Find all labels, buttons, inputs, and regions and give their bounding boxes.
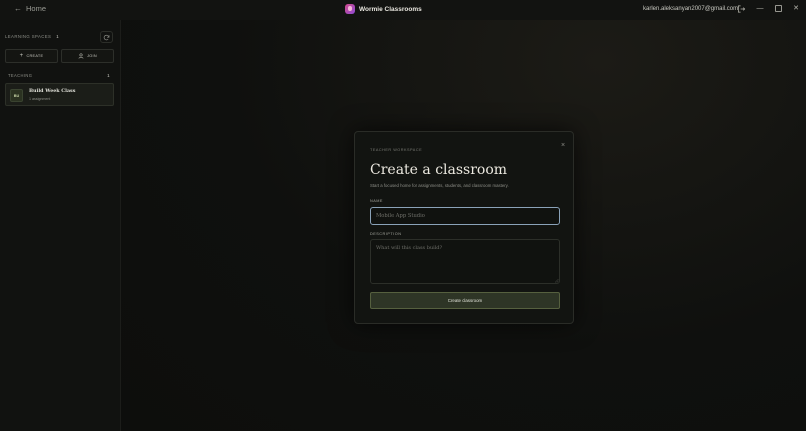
logout-icon[interactable] xyxy=(737,4,746,14)
sidebar: LEARNING SPACES 1 + CREATE JOIN TEACHING… xyxy=(0,20,121,431)
teaching-header: TEACHING 1 xyxy=(8,73,110,78)
dialog-kicker: TEACHER WORKSPACE xyxy=(370,148,423,152)
class-name: Build Week Class xyxy=(29,88,76,94)
minimize-button[interactable]: — xyxy=(753,2,767,14)
learning-spaces-label: LEARNING SPACES xyxy=(5,34,52,39)
name-label: NAME xyxy=(370,199,383,203)
learning-spaces-count: 1 xyxy=(56,34,60,39)
title-bar: ← Home Wormie Classrooms karlen.aleksany… xyxy=(0,0,806,20)
close-dialog-button[interactable]: × xyxy=(558,140,568,150)
dialog-title: Create a classroom xyxy=(370,162,508,178)
learning-spaces-header: LEARNING SPACES 1 xyxy=(5,34,59,39)
description-label: DESCRIPTION xyxy=(370,232,402,236)
classroom-name-input[interactable] xyxy=(370,207,560,225)
minimize-icon: — xyxy=(756,4,764,12)
create-classroom-button[interactable]: Create classroom xyxy=(370,292,560,309)
create-label: CREATE xyxy=(26,54,44,58)
close-icon: × xyxy=(560,141,566,149)
create-button[interactable]: + CREATE xyxy=(5,49,58,63)
classroom-description-textarea[interactable] xyxy=(370,239,560,284)
maximize-icon xyxy=(774,4,782,12)
back-home-button[interactable]: ← Home xyxy=(14,4,46,13)
close-window-button[interactable]: ✕ xyxy=(789,2,803,14)
app-brand: Wormie Classrooms xyxy=(345,4,422,14)
class-avatar: BU xyxy=(10,89,23,102)
maximize-button[interactable] xyxy=(771,2,785,14)
dialog-subtitle: Start a focused home for assignments, st… xyxy=(370,183,509,188)
resize-grip-icon[interactable] xyxy=(554,278,559,283)
back-home-label: Home xyxy=(26,4,47,13)
user-email: karlen.aleksanyan2007@gmail.com xyxy=(643,6,739,12)
plus-icon: + xyxy=(19,53,24,59)
close-icon: ✕ xyxy=(793,5,799,12)
user-icon xyxy=(78,53,84,59)
app-name: Wormie Classrooms xyxy=(359,5,422,13)
create-classroom-label: Create classroom xyxy=(447,298,483,303)
create-classroom-dialog: × TEACHER WORKSPACE Create a classroom S… xyxy=(354,131,574,324)
teaching-label: TEACHING xyxy=(8,73,33,78)
class-card-build-week[interactable]: BU Build Week Class 1 assignment xyxy=(5,83,114,106)
join-button[interactable]: JOIN xyxy=(61,49,114,63)
refresh-button[interactable] xyxy=(100,31,113,43)
wormie-logo-icon xyxy=(345,4,355,14)
teaching-count: 1 xyxy=(107,73,110,78)
arrow-left-icon: ← xyxy=(14,4,22,13)
refresh-icon xyxy=(103,34,110,40)
class-assignment-count: 1 assignment xyxy=(29,97,51,101)
join-label: JOIN xyxy=(87,54,97,58)
